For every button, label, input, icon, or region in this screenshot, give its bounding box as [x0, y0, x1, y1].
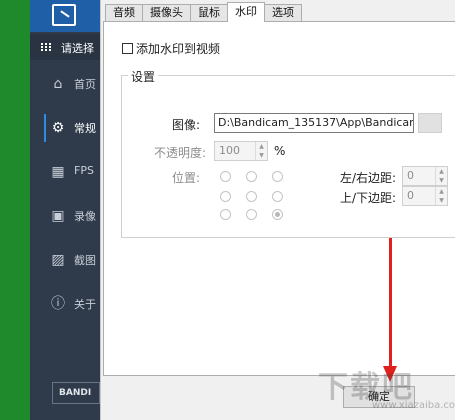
add-watermark-checkbox-row[interactable]: 添加水印到视频	[122, 40, 220, 57]
app-logo-icon	[52, 4, 76, 26]
tb-margin-value: 0	[407, 189, 414, 202]
tb-margin-stepper-arrows[interactable]: ▲ ▼	[435, 187, 447, 205]
stepper-down-icon[interactable]: ▼	[436, 196, 447, 205]
sidebar-item-general[interactable]: ⚙ 常规	[30, 108, 100, 148]
fps-icon: ▦	[51, 164, 65, 180]
position-radio-bottom-left[interactable]	[220, 209, 231, 220]
red-arrow-annotation	[389, 238, 392, 368]
tb-margin-stepper[interactable]: 0 ▲ ▼	[402, 186, 448, 206]
sidebar-item-label: 截图	[74, 254, 96, 267]
settings-dialog: 音频 摄像头 鼠标 水印 选项 添加水印到视频 设置 图像: D:\Bandic…	[100, 0, 455, 420]
video-icon: ▣	[51, 208, 65, 224]
app-topbar	[30, 0, 100, 32]
position-radio-top-left[interactable]	[220, 171, 231, 182]
grid-menu-icon	[41, 43, 51, 51]
settings-group: 设置 图像: D:\Bandicam_135137\App\Bandicam\d…	[121, 68, 455, 238]
browse-button[interactable]	[418, 113, 442, 133]
brand-button[interactable]: BANDI	[52, 382, 100, 404]
sidebar-item-label: 录像	[74, 210, 96, 223]
stepper-up-icon[interactable]: ▲	[436, 187, 447, 196]
desktop-green-strip	[0, 0, 30, 420]
add-watermark-checkbox[interactable]	[122, 43, 133, 54]
position-label: 位置:	[172, 171, 201, 185]
position-radio-bottom-center[interactable]	[246, 209, 257, 220]
lr-margin-stepper-arrows[interactable]: ▲ ▼	[435, 167, 447, 185]
home-icon: ⌂	[53, 76, 63, 92]
image-path-input[interactable]: D:\Bandicam_135137\App\Bandicam\data\sam	[214, 113, 414, 133]
sidebar-item-label: 关于	[74, 298, 96, 311]
sidebar-item-label: 常规	[74, 122, 96, 135]
opacity-stepper-arrows[interactable]: ▲ ▼	[255, 142, 267, 160]
tab-mouse[interactable]: 鼠标	[190, 4, 228, 22]
watermark-tab-panel: 添加水印到视频 设置 图像: D:\Bandicam_135137\App\Ba…	[103, 21, 455, 376]
sidebar-item-video[interactable]: ▣ 录像	[30, 196, 100, 236]
stepper-down-icon[interactable]: ▼	[256, 151, 267, 160]
position-radio-middle-left[interactable]	[220, 191, 231, 202]
sidebar-item-about[interactable]: ⓘ 关于	[30, 284, 100, 324]
tab-options[interactable]: 选项	[264, 4, 302, 22]
position-radio-top-right[interactable]	[272, 171, 283, 182]
opacity-value: 100	[219, 144, 240, 157]
select-label: 请选择	[61, 42, 94, 55]
sidebar-item-label: 首页	[74, 78, 96, 91]
opacity-unit: %	[274, 144, 286, 158]
lr-margin-stepper[interactable]: 0 ▲ ▼	[402, 166, 448, 186]
opacity-label: 不透明度:	[154, 146, 207, 160]
position-radio-middle-right[interactable]	[272, 191, 283, 202]
sidebar-item-home[interactable]: ⌂ 首页	[30, 64, 100, 104]
sidebar-item-fps[interactable]: ▦ FPS	[30, 152, 100, 192]
gear-icon: ⚙	[51, 120, 65, 136]
position-radio-middle-center[interactable]	[246, 191, 257, 202]
info-icon: ⓘ	[51, 296, 65, 312]
stepper-up-icon[interactable]: ▲	[256, 142, 267, 151]
site-watermark-url: www.xiazaiba.com	[372, 400, 455, 411]
stepper-down-icon[interactable]: ▼	[436, 176, 447, 185]
stepper-up-icon[interactable]: ▲	[436, 167, 447, 176]
add-watermark-label: 添加水印到视频	[136, 42, 221, 56]
tab-webcam[interactable]: 摄像头	[142, 4, 191, 22]
tab-bar: 音频 摄像头 鼠标 水印 选项	[105, 2, 302, 22]
position-radio-bottom-right[interactable]	[272, 209, 283, 220]
settings-group-title: 设置	[128, 68, 159, 85]
lr-margin-label: 左/右边距:	[340, 171, 397, 185]
tab-audio[interactable]: 音频	[105, 4, 143, 22]
position-radio-top-center[interactable]	[246, 171, 257, 182]
sidebar-item-label: FPS	[74, 164, 94, 177]
lr-margin-value: 0	[407, 169, 414, 182]
select-menu-row[interactable]: 请选择	[30, 34, 100, 60]
tb-margin-label: 上/下边距:	[340, 191, 397, 205]
opacity-stepper[interactable]: 100 ▲ ▼	[214, 141, 268, 161]
tab-watermark[interactable]: 水印	[227, 2, 265, 22]
image-label: 图像:	[172, 118, 201, 132]
app-sidebar: 请选择 ⌂ 首页 ⚙ 常规 ▦ FPS ▣ 录像 ▨ 截图 ⓘ 关于 BANDI	[30, 0, 100, 420]
sidebar-item-screenshot[interactable]: ▨ 截图	[30, 240, 100, 280]
screenshot-icon: ▨	[51, 252, 65, 268]
